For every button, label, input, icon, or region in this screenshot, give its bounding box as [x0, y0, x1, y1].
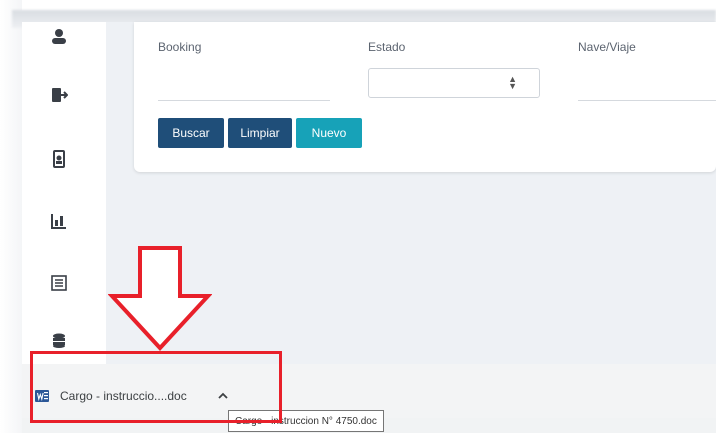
- bottom-gutter: [0, 433, 716, 443]
- left-gutter: [0, 0, 22, 443]
- estado-label: Estado: [368, 40, 406, 54]
- nuevo-button[interactable]: Nuevo: [296, 118, 362, 148]
- chart-icon[interactable]: [50, 212, 68, 230]
- buscar-button[interactable]: Buscar: [158, 118, 224, 148]
- estado-select[interactable]: ▲ ▼: [368, 68, 540, 98]
- database-icon[interactable]: [50, 332, 68, 350]
- booking-label: Booking: [158, 40, 202, 54]
- list-icon[interactable]: [50, 274, 68, 292]
- user-icon[interactable]: [50, 28, 68, 46]
- annotation-highlight-box: [30, 351, 282, 423]
- screenshot-frame: Booking Estado ▲ ▼ Nave/Viaje Buscar Limp…: [0, 0, 716, 443]
- nave-viaje-label: Nave/Viaje: [578, 40, 636, 54]
- annotation-arrow-icon: [108, 246, 212, 351]
- limpiar-button[interactable]: Limpiar: [228, 118, 292, 148]
- booking-input[interactable]: [158, 100, 330, 101]
- search-card: Booking Estado ▲ ▼ Nave/Viaje Buscar Limp…: [134, 22, 716, 172]
- document-user-icon[interactable]: [50, 150, 68, 168]
- sidebar: [22, 22, 107, 362]
- select-arrows-icon: ▲ ▼: [508, 74, 517, 91]
- nave-viaje-input[interactable]: [578, 100, 716, 101]
- logout-icon[interactable]: [50, 86, 68, 104]
